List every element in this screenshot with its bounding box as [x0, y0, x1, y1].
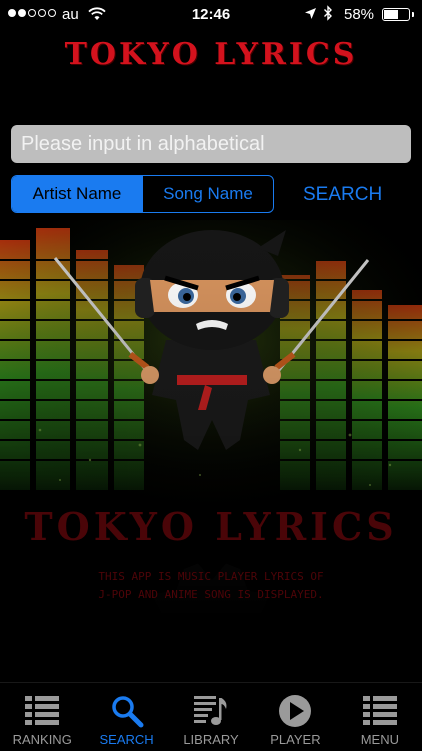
tab-search[interactable]: SEARCH [84, 683, 168, 751]
search-input[interactable] [11, 125, 411, 163]
search-button[interactable]: SEARCH [303, 184, 382, 206]
hero-logo: TOKYO LYRICS [24, 504, 398, 549]
status-bar: au 12:46 58% [0, 0, 422, 30]
tab-bar: RANKING SEARCH LIBRARY PLAYER MENU [0, 682, 422, 751]
segment-song-name[interactable]: Song Name [142, 176, 273, 212]
location-arrow-icon [304, 7, 317, 24]
tab-label: MENU [360, 732, 399, 747]
tab-label: RANKING [12, 732, 72, 747]
tab-ranking[interactable]: RANKING [0, 683, 84, 751]
menu-list-icon [362, 696, 397, 725]
battery-icon [382, 8, 414, 21]
search-type-segmented-control: Artist Name Song Name [11, 175, 274, 213]
tab-library[interactable]: LIBRARY [169, 683, 253, 751]
bluetooth-icon [323, 5, 333, 25]
battery-percentage: 58% [344, 6, 375, 23]
tab-menu[interactable]: MENU [338, 683, 422, 751]
list-icon [25, 696, 60, 725]
app-logo: TOKYO LYRICS [64, 37, 358, 72]
search-icon [111, 696, 144, 728]
tab-label: SEARCH [99, 732, 154, 747]
play-icon [279, 695, 312, 727]
tab-label: LIBRARY [183, 732, 239, 747]
segment-artist-name[interactable]: Artist Name [12, 176, 142, 212]
ninja-equalizer-illustration [0, 220, 422, 690]
music-library-icon [194, 696, 227, 725]
description-line: J-POP AND ANIME SONG IS DISPLAYED. [98, 588, 324, 601]
tab-label: PLAYER [270, 732, 321, 747]
app-description: THIS APP IS MUSIC PLAYER LYRICS OF J-POP… [0, 568, 422, 604]
description-line: THIS APP IS MUSIC PLAYER LYRICS OF [98, 570, 324, 583]
tab-player[interactable]: PLAYER [253, 683, 337, 751]
